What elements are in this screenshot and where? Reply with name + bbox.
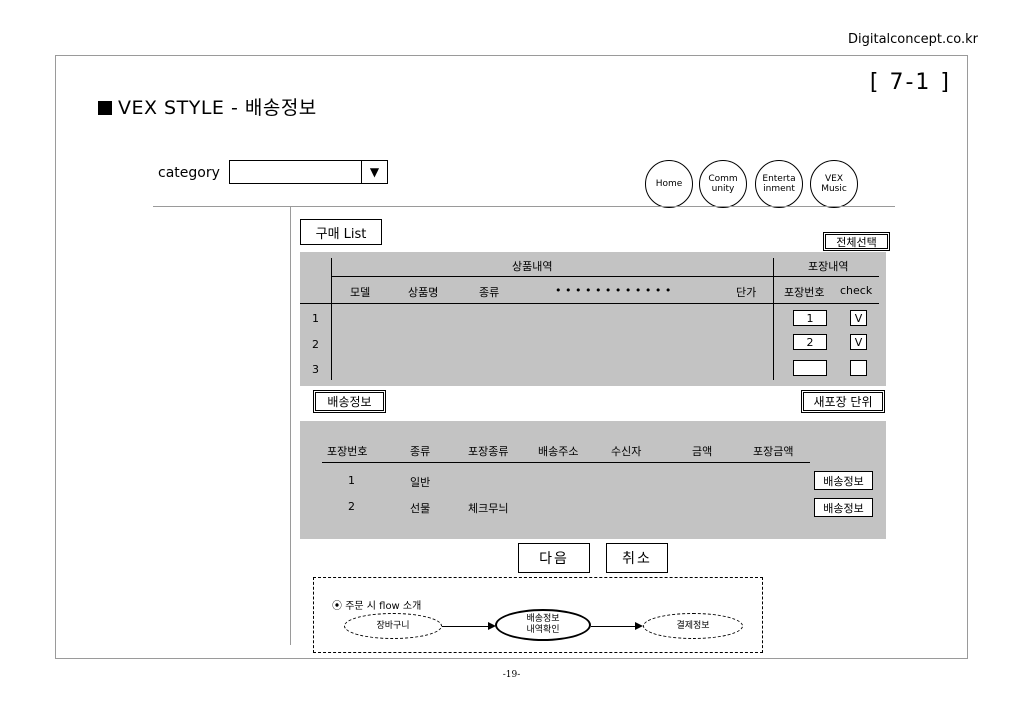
- ship-col-pack-number: 포장번호: [327, 445, 368, 458]
- flow-arrow-line: [591, 626, 639, 627]
- ship-header-rule: [322, 462, 810, 463]
- check-box[interactable]: V: [850, 334, 867, 350]
- purchase-list-button[interactable]: 구매 List: [300, 219, 382, 245]
- ship-row-kind: 일반: [410, 476, 431, 489]
- ship-row-number: 2: [348, 500, 355, 513]
- nav-home-button[interactable]: Home: [645, 160, 693, 208]
- nav-home-label: Home: [655, 179, 683, 189]
- new-package-button[interactable]: 새포장 단위: [801, 390, 885, 413]
- row-number: 3: [312, 363, 319, 376]
- next-button[interactable]: 다음: [518, 543, 590, 573]
- flow-arrow-line: [442, 626, 492, 627]
- ship-row-number: 1: [348, 474, 355, 487]
- category-label: category: [158, 165, 220, 181]
- site-label: Digitalconcept.co.kr: [847, 32, 978, 47]
- flow-step-cart: 장바구니: [344, 613, 442, 639]
- nav-vex-music-label: VEX Music: [821, 174, 847, 194]
- flow-title: ⦿ 주문 시 flow 소개: [332, 597, 421, 612]
- col-product-name: 상품명: [408, 286, 439, 299]
- ship-col-recipient: 수신자: [611, 445, 642, 458]
- header-divider: [153, 206, 895, 207]
- page-title-text: VEX STYLE - 배송정보: [118, 97, 317, 119]
- page-title: VEX STYLE - 배송정보: [98, 93, 317, 120]
- column-rule-right: [773, 258, 774, 380]
- ship-row-kind: 선물: [410, 502, 431, 515]
- flow-step-payment: 결제정보: [643, 613, 743, 639]
- ship-col-kind: 종류: [410, 445, 431, 458]
- pack-number-input[interactable]: 2: [793, 334, 827, 350]
- col-unit-price: 단가: [736, 286, 757, 299]
- ship-col-pack-kind: 포장종류: [468, 445, 509, 458]
- order-flow-box: ⦿ 주문 시 flow 소개 장바구니 배송정보 내역확인 결제정보: [313, 577, 763, 653]
- nav-community-button[interactable]: Comm unity: [699, 160, 747, 208]
- nav-vex-music-button[interactable]: VEX Music: [810, 160, 858, 208]
- shipping-table: 포장번호 종류 포장종류 배송주소 수신자 금액 포장금액 1 일반 배송정보 …: [300, 421, 886, 539]
- arrow-right-icon: [635, 622, 643, 630]
- select-all-button[interactable]: 전체선택: [823, 232, 890, 251]
- purchase-table: 상품내역 포장내역 모델 상품명 종류 • • • • • • • • • • …: [300, 252, 886, 386]
- check-box[interactable]: V: [850, 310, 867, 326]
- sidebar-divider: [290, 207, 291, 645]
- col-model: 모델: [350, 286, 371, 299]
- check-box[interactable]: [850, 360, 867, 376]
- col-more-dots: • • • • • • • • • • • •: [555, 284, 672, 297]
- flow-step-shipping-label: 배송정보 내역확인: [526, 614, 560, 635]
- pack-number-input[interactable]: [793, 360, 827, 376]
- radio-marker-icon: ⦿: [332, 601, 342, 612]
- header-rule-top: [331, 276, 879, 277]
- pack-number-input[interactable]: 1: [793, 310, 827, 326]
- header-rule-bottom: [300, 303, 879, 304]
- column-rule-left: [331, 258, 332, 380]
- shipping-info-button[interactable]: 배송정보: [313, 390, 386, 413]
- header-product-group: 상품내역: [512, 260, 553, 273]
- dropdown-arrow-icon[interactable]: ▼: [361, 161, 387, 183]
- square-bullet-icon: [98, 101, 112, 115]
- category-select[interactable]: ▼: [229, 160, 388, 184]
- row-shipping-info-button[interactable]: 배송정보: [814, 471, 873, 490]
- col-check: check: [840, 284, 873, 297]
- page-footer-number: -19-: [502, 670, 521, 680]
- cancel-button[interactable]: 취소: [606, 543, 668, 573]
- row-number: 2: [312, 338, 319, 351]
- nav-entertainment-button[interactable]: Enterta inment: [755, 160, 803, 208]
- ship-row-pack-kind: 체크무늬: [468, 502, 509, 515]
- col-kind: 종류: [479, 286, 500, 299]
- row-shipping-info-button[interactable]: 배송정보: [814, 498, 873, 517]
- ship-col-pack-amount: 포장금액: [753, 445, 794, 458]
- flow-step-shipping-current: 배송정보 내역확인: [495, 609, 591, 641]
- ship-col-address: 배송주소: [538, 445, 579, 458]
- row-number: 1: [312, 312, 319, 325]
- flow-title-text: 주문 시 flow 소개: [345, 601, 422, 612]
- page-number: [ 7-1 ]: [869, 70, 951, 95]
- nav-entertainment-label: Enterta inment: [762, 174, 796, 194]
- header-package-group: 포장내역: [808, 260, 849, 273]
- ship-col-amount: 금액: [692, 445, 713, 458]
- nav-community-label: Comm unity: [708, 174, 738, 194]
- col-pack-number: 포장번호: [784, 286, 825, 299]
